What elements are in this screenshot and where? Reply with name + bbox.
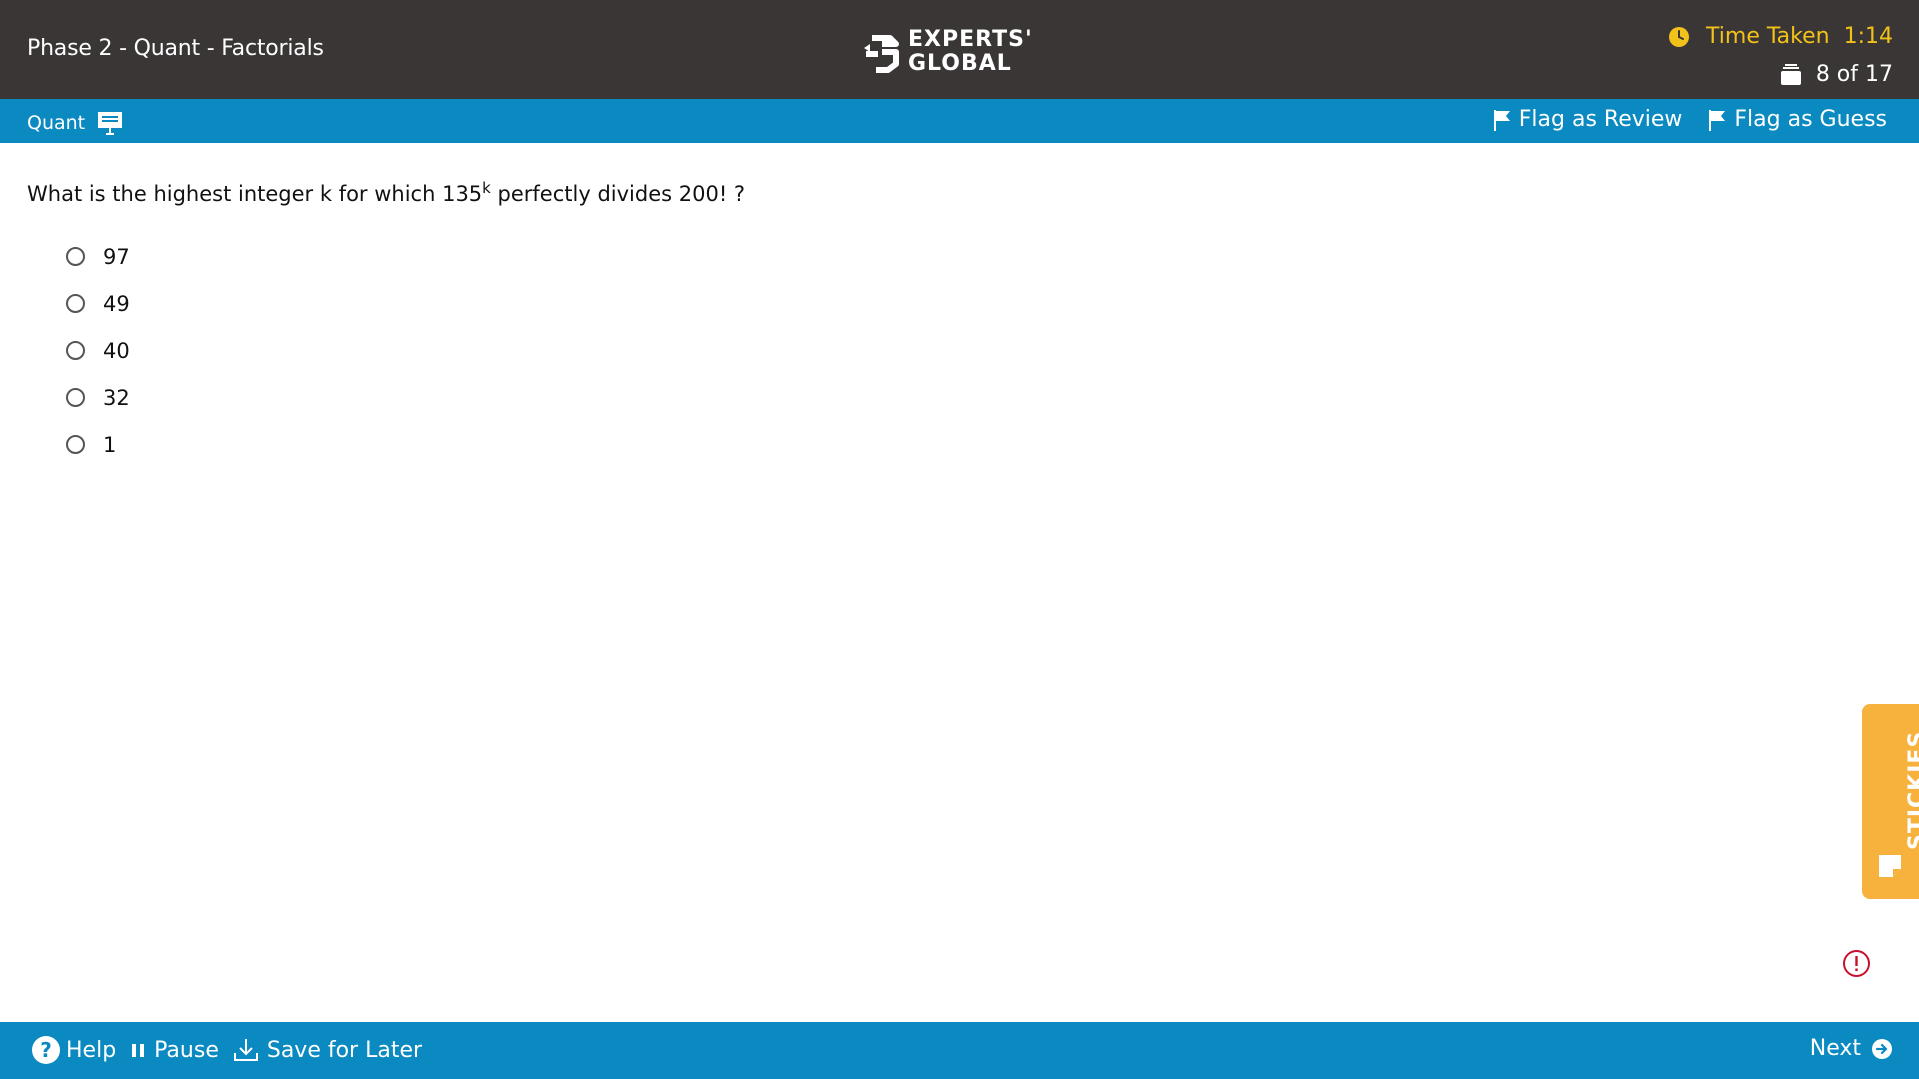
flag-controls: Flag as Review Flag as Guess bbox=[1493, 107, 1887, 132]
answer-option[interactable]: 1 bbox=[66, 421, 130, 468]
help-icon: ? bbox=[32, 1036, 60, 1064]
bottom-left-controls: ? Help Pause Save for Later bbox=[32, 1036, 422, 1064]
stickies-tab[interactable]: STICKIES bbox=[1862, 704, 1919, 899]
question-text-before: What is the highest integer k for which … bbox=[27, 182, 483, 206]
arrow-right-circle-icon bbox=[1872, 1038, 1892, 1059]
answer-option[interactable]: 40 bbox=[66, 327, 130, 374]
save-for-later-button[interactable]: Save for Later bbox=[233, 1037, 422, 1063]
bottom-bar: ? Help Pause Save for Later Next bbox=[0, 1022, 1919, 1079]
help-label: Help bbox=[66, 1037, 117, 1063]
flag-as-guess-button[interactable]: Flag as Guess bbox=[1708, 107, 1887, 132]
answer-options: 97 49 40 32 1 bbox=[66, 233, 130, 468]
section-bar: Quant Flag as Review Flag as Guess bbox=[0, 99, 1919, 143]
flag-as-review-label: Flag as Review bbox=[1518, 107, 1683, 132]
time-label: Time Taken bbox=[1706, 24, 1830, 49]
pause-button[interactable]: Pause bbox=[130, 1038, 219, 1063]
radio-button[interactable] bbox=[66, 294, 85, 313]
stack-icon bbox=[1780, 63, 1801, 85]
question-exponent: k bbox=[482, 179, 491, 197]
pause-label: Pause bbox=[154, 1037, 219, 1063]
radio-button[interactable] bbox=[66, 435, 85, 454]
answer-option[interactable]: 32 bbox=[66, 374, 130, 421]
alert-icon[interactable] bbox=[1842, 949, 1871, 978]
experts-global-logo: EXPERTS' GLOBAL bbox=[862, 27, 1033, 77]
top-bar: Phase 2 - Quant - Factorials EXPERTS' GL… bbox=[0, 0, 1919, 99]
section-label: Quant bbox=[27, 112, 86, 134]
time-value: 1:14 bbox=[1843, 24, 1893, 49]
note-icon bbox=[1879, 855, 1901, 877]
answer-option[interactable]: 97 bbox=[66, 233, 130, 280]
question-counter-text: 8 of 17 bbox=[1815, 62, 1893, 87]
logo-wordmark: EXPERTS' GLOBAL bbox=[908, 28, 1033, 76]
section-indicator[interactable]: Quant bbox=[27, 110, 123, 136]
option-label: 32 bbox=[103, 385, 130, 410]
flag-icon bbox=[1493, 109, 1510, 131]
question-text-after: perfectly divides 200! ? bbox=[490, 182, 746, 206]
stickies-label: STICKIES bbox=[1905, 730, 1919, 850]
answer-option[interactable]: 49 bbox=[66, 280, 130, 327]
logo-line-2: GLOBAL bbox=[908, 51, 1012, 76]
question-counter: 8 of 17 bbox=[1780, 62, 1893, 87]
download-icon bbox=[233, 1039, 258, 1061]
pause-icon bbox=[132, 1044, 145, 1057]
flag-as-guess-label: Flag as Guess bbox=[1734, 107, 1887, 132]
option-label: 1 bbox=[103, 432, 117, 457]
help-button[interactable]: ? Help bbox=[32, 1036, 116, 1064]
next-label: Next bbox=[1809, 1036, 1861, 1061]
time-taken: Time Taken 1:14 bbox=[1668, 24, 1893, 49]
test-title: Phase 2 - Quant - Factorials bbox=[27, 36, 324, 61]
option-label: 49 bbox=[103, 291, 130, 316]
radio-button[interactable] bbox=[66, 341, 85, 360]
question-stem: What is the highest integer k for which … bbox=[27, 179, 745, 206]
radio-button[interactable] bbox=[66, 247, 85, 266]
option-label: 97 bbox=[103, 244, 130, 269]
flag-as-review-button[interactable]: Flag as Review bbox=[1493, 107, 1683, 132]
next-button[interactable]: Next bbox=[1810, 1036, 1893, 1061]
logo-line-1: EXPERTS' bbox=[908, 27, 1033, 52]
clock-icon bbox=[1669, 26, 1690, 47]
logo-mark-icon bbox=[864, 35, 899, 73]
flag-icon bbox=[1709, 109, 1726, 131]
whiteboard-icon[interactable] bbox=[97, 110, 123, 136]
option-label: 40 bbox=[103, 338, 130, 363]
radio-button[interactable] bbox=[66, 388, 85, 407]
save-for-later-label: Save for Later bbox=[266, 1037, 423, 1063]
